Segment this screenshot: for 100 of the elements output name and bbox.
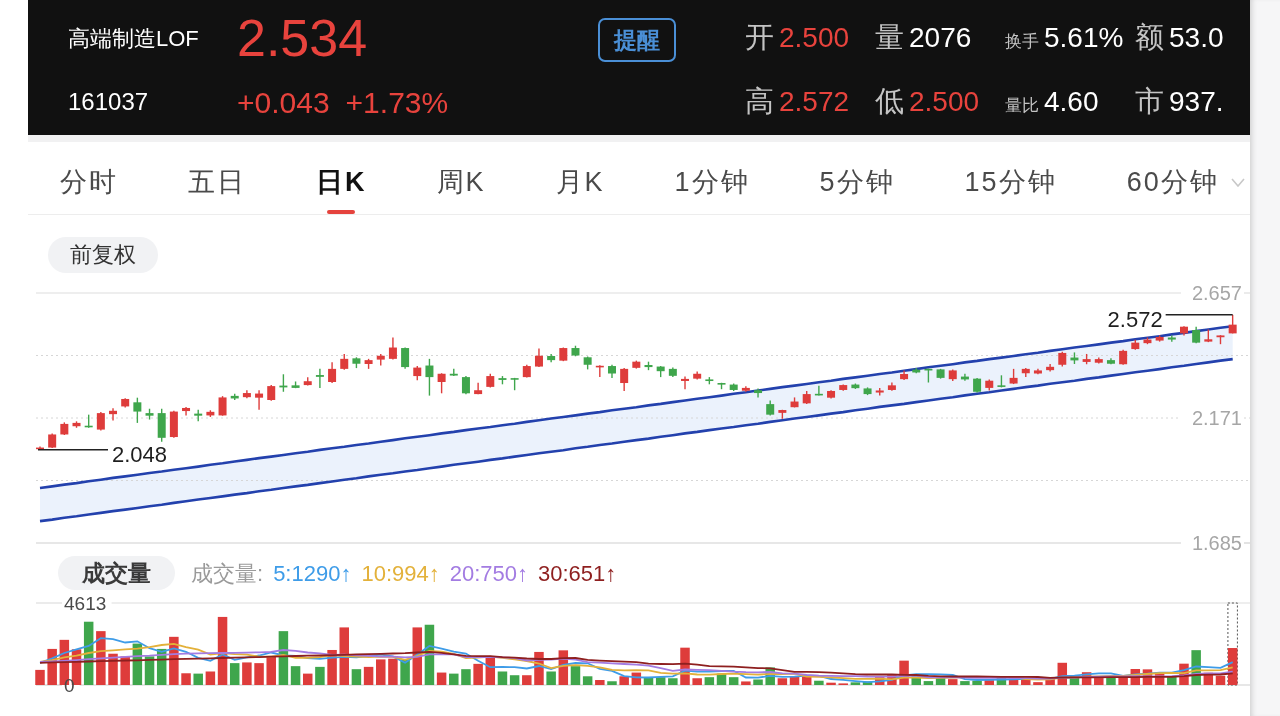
candlestick bbox=[559, 346, 568, 362]
stat-value: 2.500 bbox=[909, 85, 980, 120]
candlestick bbox=[644, 360, 653, 371]
candlestick bbox=[60, 421, 69, 436]
candlestick bbox=[388, 336, 397, 361]
candlestick bbox=[632, 359, 641, 370]
candlestick bbox=[364, 358, 373, 370]
axis-label: 2.657 bbox=[1191, 281, 1242, 304]
candlestick bbox=[973, 377, 982, 394]
candlestick bbox=[729, 382, 738, 392]
leader-line bbox=[1164, 314, 1234, 316]
candlestick bbox=[571, 345, 580, 357]
candlestick bbox=[1009, 368, 1018, 385]
low-price-label: 2.048 bbox=[112, 441, 168, 467]
stat-value: 53.0 bbox=[1169, 21, 1224, 56]
candlestick bbox=[425, 358, 434, 397]
candlestick bbox=[315, 368, 324, 389]
candlestick bbox=[376, 353, 385, 367]
stat-value: 937. bbox=[1169, 85, 1224, 120]
candlestick bbox=[522, 364, 531, 379]
candlestick bbox=[352, 356, 361, 369]
candlestick bbox=[267, 384, 276, 402]
period-tab[interactable]: 日K bbox=[316, 142, 367, 214]
candlestick bbox=[790, 396, 799, 409]
candlestick bbox=[255, 389, 264, 411]
period-tab[interactable]: 60分钟 bbox=[1126, 142, 1245, 214]
candlestick bbox=[1046, 363, 1055, 373]
reminder-button[interactable]: 提醒 bbox=[598, 18, 676, 62]
stat-value: 2076 bbox=[909, 21, 972, 56]
stat-value: 4.60 bbox=[1044, 85, 1099, 119]
stat-value: 5.61% bbox=[1044, 21, 1124, 55]
period-tab[interactable]: 分时 bbox=[60, 142, 118, 214]
stat-label: 额 bbox=[1135, 20, 1164, 56]
stat-value: 2.500 bbox=[779, 21, 850, 56]
candlestick bbox=[900, 369, 909, 381]
candlestick bbox=[693, 370, 702, 381]
adjustment-chip[interactable]: 前复权 bbox=[48, 237, 158, 273]
candlestick bbox=[681, 375, 689, 390]
candlestick bbox=[510, 377, 519, 391]
candlestick bbox=[291, 380, 300, 389]
candlestick bbox=[474, 382, 483, 396]
axis-label: 4613 bbox=[64, 592, 107, 614]
stat-label: 低 bbox=[875, 84, 904, 120]
candlestick bbox=[1180, 325, 1188, 337]
candlestick bbox=[534, 347, 543, 368]
candlestick bbox=[1204, 328, 1213, 343]
candlestick bbox=[997, 374, 1006, 389]
candlestick bbox=[413, 365, 422, 381]
candlestick bbox=[1192, 326, 1201, 344]
candlestick bbox=[169, 410, 178, 439]
stat-label: 高 bbox=[745, 84, 774, 120]
candlestick bbox=[1143, 336, 1152, 345]
period-tab[interactable]: 15分钟 bbox=[964, 142, 1057, 214]
candlestick bbox=[109, 407, 117, 422]
candlestick bbox=[328, 361, 337, 384]
stat-label: 量比 bbox=[1005, 95, 1039, 117]
period-tab[interactable]: 月K bbox=[555, 142, 605, 214]
candlestick bbox=[863, 386, 872, 396]
candlestick bbox=[583, 355, 592, 371]
candlestick bbox=[595, 364, 604, 378]
candlestick bbox=[766, 399, 775, 417]
leader-line bbox=[37, 448, 109, 451]
candlestick bbox=[498, 375, 507, 385]
candlestick bbox=[778, 409, 787, 420]
candlestick bbox=[912, 367, 921, 374]
candlestick bbox=[936, 368, 945, 380]
period-tab[interactable]: 1分钟 bbox=[674, 142, 750, 214]
price-change: +0.043 bbox=[237, 84, 330, 121]
candlestick bbox=[875, 387, 884, 397]
stat-label: 量 bbox=[875, 20, 904, 56]
high-price-label: 2.572 bbox=[1107, 306, 1163, 332]
candlestick bbox=[486, 373, 495, 389]
candlestick bbox=[887, 381, 896, 392]
candlestick bbox=[827, 389, 836, 400]
candlestick bbox=[668, 366, 677, 378]
candlestick bbox=[36, 445, 44, 451]
percent-change: +1.73% bbox=[345, 84, 449, 121]
candlestick bbox=[1228, 314, 1237, 335]
candlestick bbox=[145, 408, 154, 421]
candlestick bbox=[84, 413, 93, 429]
last-price: 2.534 bbox=[237, 12, 368, 64]
period-tab[interactable]: 五日 bbox=[188, 142, 246, 214]
candlestick bbox=[157, 408, 166, 443]
candlestick bbox=[608, 364, 616, 379]
candlestick bbox=[547, 353, 556, 363]
candlestick bbox=[1082, 353, 1091, 365]
candlestick bbox=[401, 346, 410, 370]
legend-item: 20:750↑ bbox=[449, 559, 528, 588]
candlestick bbox=[1021, 367, 1030, 378]
indicator-chip[interactable]: 成交量 bbox=[58, 556, 175, 590]
candlestick bbox=[242, 389, 251, 399]
candlestick bbox=[656, 365, 665, 378]
candlestick bbox=[960, 373, 969, 382]
candlestick bbox=[218, 395, 227, 417]
period-tab[interactable]: 周K bbox=[436, 142, 486, 214]
candlestick bbox=[1070, 351, 1079, 365]
candlestick bbox=[1155, 334, 1164, 343]
candlestick bbox=[705, 376, 714, 385]
candlestick bbox=[279, 373, 288, 393]
period-tab[interactable]: 5分钟 bbox=[819, 142, 895, 214]
